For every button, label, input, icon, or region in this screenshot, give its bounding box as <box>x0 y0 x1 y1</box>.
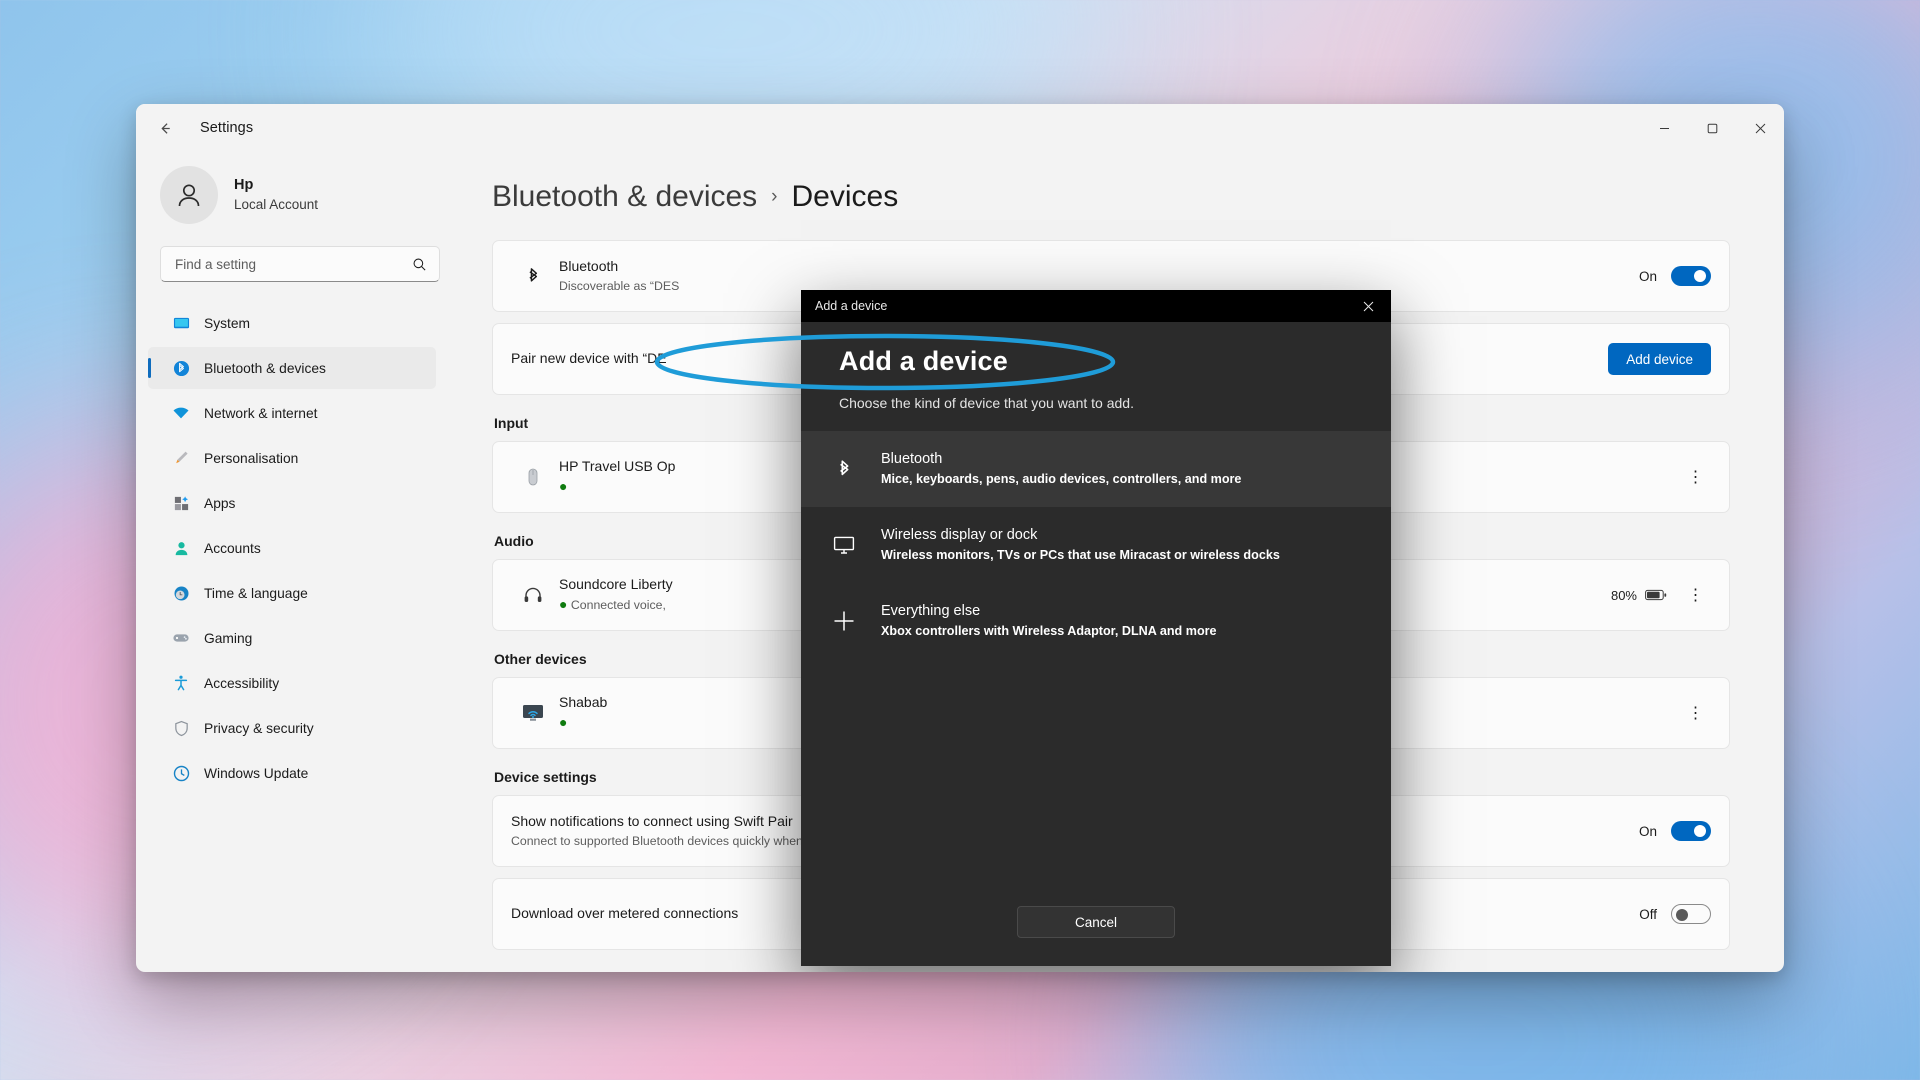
account-name: Hp <box>234 177 254 194</box>
plus-icon <box>827 608 861 634</box>
sidebar-item-label: Personalisation <box>204 450 299 466</box>
dialog-titlebar-label: Add a device <box>815 299 888 313</box>
account-subtitle: Local Account <box>234 196 319 212</box>
window-titlebar: Settings <box>136 104 1784 152</box>
search-box[interactable] <box>160 246 440 282</box>
settings-window: Settings Hp Local Account Find a setting… <box>136 104 1784 972</box>
sidebar-item-gaming[interactable]: Gaming <box>148 617 436 659</box>
close-icon[interactable] <box>1736 104 1784 152</box>
bluetooth-title: Bluetooth <box>559 257 619 274</box>
sidebar-item-privacy-security[interactable]: Privacy & security <box>148 707 436 749</box>
bluetooth-state-label: On <box>1638 268 1657 284</box>
sidebar-item-label: Time & language <box>204 585 308 601</box>
breadcrumb-current: Devices <box>791 180 899 213</box>
shield-icon <box>172 719 190 737</box>
option-title: Wireless display or dock <box>881 526 1038 543</box>
search-input[interactable] <box>175 256 412 272</box>
dialog-option-everything-else[interactable]: Everything else Xbox controllers with Wi… <box>801 583 1391 659</box>
update-icon <box>172 764 190 782</box>
dialog-options-list: Bluetooth Mice, keyboards, pens, audio d… <box>801 431 1391 906</box>
dialog-footer: Cancel <box>801 906 1391 966</box>
sidebar-item-accessibility[interactable]: Accessibility <box>148 662 436 704</box>
bluetooth-icon <box>172 359 190 377</box>
battery-icon <box>1645 589 1667 601</box>
sidebar-item-label: Apps <box>204 495 236 511</box>
sidebar-item-label: Privacy & security <box>204 720 314 736</box>
metered-state: Off <box>1639 906 1657 922</box>
close-icon[interactable] <box>1345 290 1391 322</box>
cancel-button[interactable]: Cancel <box>1017 906 1175 938</box>
network-icon <box>172 404 190 422</box>
dialog-option-wireless-display[interactable]: Wireless display or dock Wireless monito… <box>801 507 1391 583</box>
more-options-icon[interactable]: ⋮ <box>1681 580 1711 610</box>
swift-pair-toggle[interactable] <box>1671 821 1711 841</box>
sidebar-item-label: Bluetooth & devices <box>204 360 326 376</box>
sidebar-item-system[interactable]: System <box>148 302 436 344</box>
brush-icon <box>172 449 190 467</box>
sidebar-item-label: Accounts <box>204 540 261 556</box>
headphones-icon <box>511 584 555 606</box>
dialog-subheading: Choose the kind of device that you want … <box>839 395 1134 411</box>
apps-icon <box>172 494 190 512</box>
breadcrumb-root[interactable]: Bluetooth & devices <box>492 180 757 214</box>
dialog-titlebar: Add a device <box>801 290 1391 322</box>
mouse-icon <box>511 466 555 488</box>
sidebar: Hp Local Account Find a setting System B… <box>136 152 456 972</box>
sidebar-item-label: Accessibility <box>204 675 280 691</box>
clock-icon <box>172 584 190 602</box>
metered-toggle[interactable] <box>1671 904 1711 924</box>
sidebar-item-time-language[interactable]: Time & language <box>148 572 436 614</box>
bluetooth-icon <box>511 266 555 286</box>
sidebar-item-bluetooth-devices[interactable]: Bluetooth & devices <box>148 347 436 389</box>
option-subtitle: Wireless monitors, TVs or PCs that use M… <box>881 547 1280 562</box>
dialog-header: Add a device Choose the kind of device t… <box>801 322 1391 431</box>
app-title: Settings <box>200 120 254 136</box>
account-block[interactable]: Hp Local Account <box>136 152 440 246</box>
sidebar-item-label: Gaming <box>204 630 253 646</box>
bluetooth-icon <box>827 458 861 480</box>
person-avatar-icon <box>160 166 218 224</box>
back-arrow-icon[interactable] <box>148 113 182 143</box>
monitor-icon <box>827 533 861 557</box>
more-options-icon[interactable]: ⋮ <box>1681 462 1711 492</box>
dialog-option-bluetooth[interactable]: Bluetooth Mice, keyboards, pens, audio d… <box>801 431 1391 507</box>
sidebar-item-windows-update[interactable]: Windows Update <box>148 752 436 794</box>
system-icon <box>172 314 190 332</box>
sidebar-item-label: Windows Update <box>204 765 309 781</box>
maximize-icon[interactable] <box>1688 104 1736 152</box>
sidebar-item-network-internet[interactable]: Network & internet <box>148 392 436 434</box>
dialog-heading: Add a device <box>839 346 1008 376</box>
option-title: Bluetooth <box>881 451 943 467</box>
sidebar-item-label: System <box>204 315 250 331</box>
sidebar-item-accounts[interactable]: Accounts <box>148 527 436 569</box>
more-options-icon[interactable]: ⋮ <box>1681 698 1711 728</box>
display-icon <box>511 702 555 724</box>
battery-percent: 80% <box>1610 587 1637 603</box>
add-a-device-dialog: Add a device Add a device Choose the kin… <box>801 290 1391 966</box>
option-subtitle: Mice, keyboards, pens, audio devices, co… <box>881 472 1242 487</box>
option-title: Everything else <box>881 602 981 619</box>
search-icon[interactable] <box>412 257 427 272</box>
sidebar-nav: System Bluetooth & devices Network & int… <box>136 302 440 797</box>
minimize-icon[interactable] <box>1640 104 1688 152</box>
battery-indicator: 80% <box>1611 588 1667 603</box>
bluetooth-toggle[interactable] <box>1671 266 1711 286</box>
window-caption-buttons <box>1640 104 1784 152</box>
accessibility-icon <box>172 674 190 692</box>
sidebar-item-apps[interactable]: Apps <box>148 482 436 524</box>
breadcrumb: Bluetooth & devices › Devices <box>492 180 1730 214</box>
sidebar-item-personalisation[interactable]: Personalisation <box>148 437 436 479</box>
gamepad-icon <box>172 629 190 647</box>
chevron-right-icon: › <box>771 186 778 207</box>
sidebar-item-label: Network & internet <box>204 405 318 421</box>
add-device-button[interactable]: Add device <box>1608 343 1711 375</box>
swift-pair-state: On <box>1638 823 1657 839</box>
accounts-icon <box>172 539 190 557</box>
option-subtitle: Xbox controllers with Wireless Adaptor, … <box>881 623 1217 638</box>
